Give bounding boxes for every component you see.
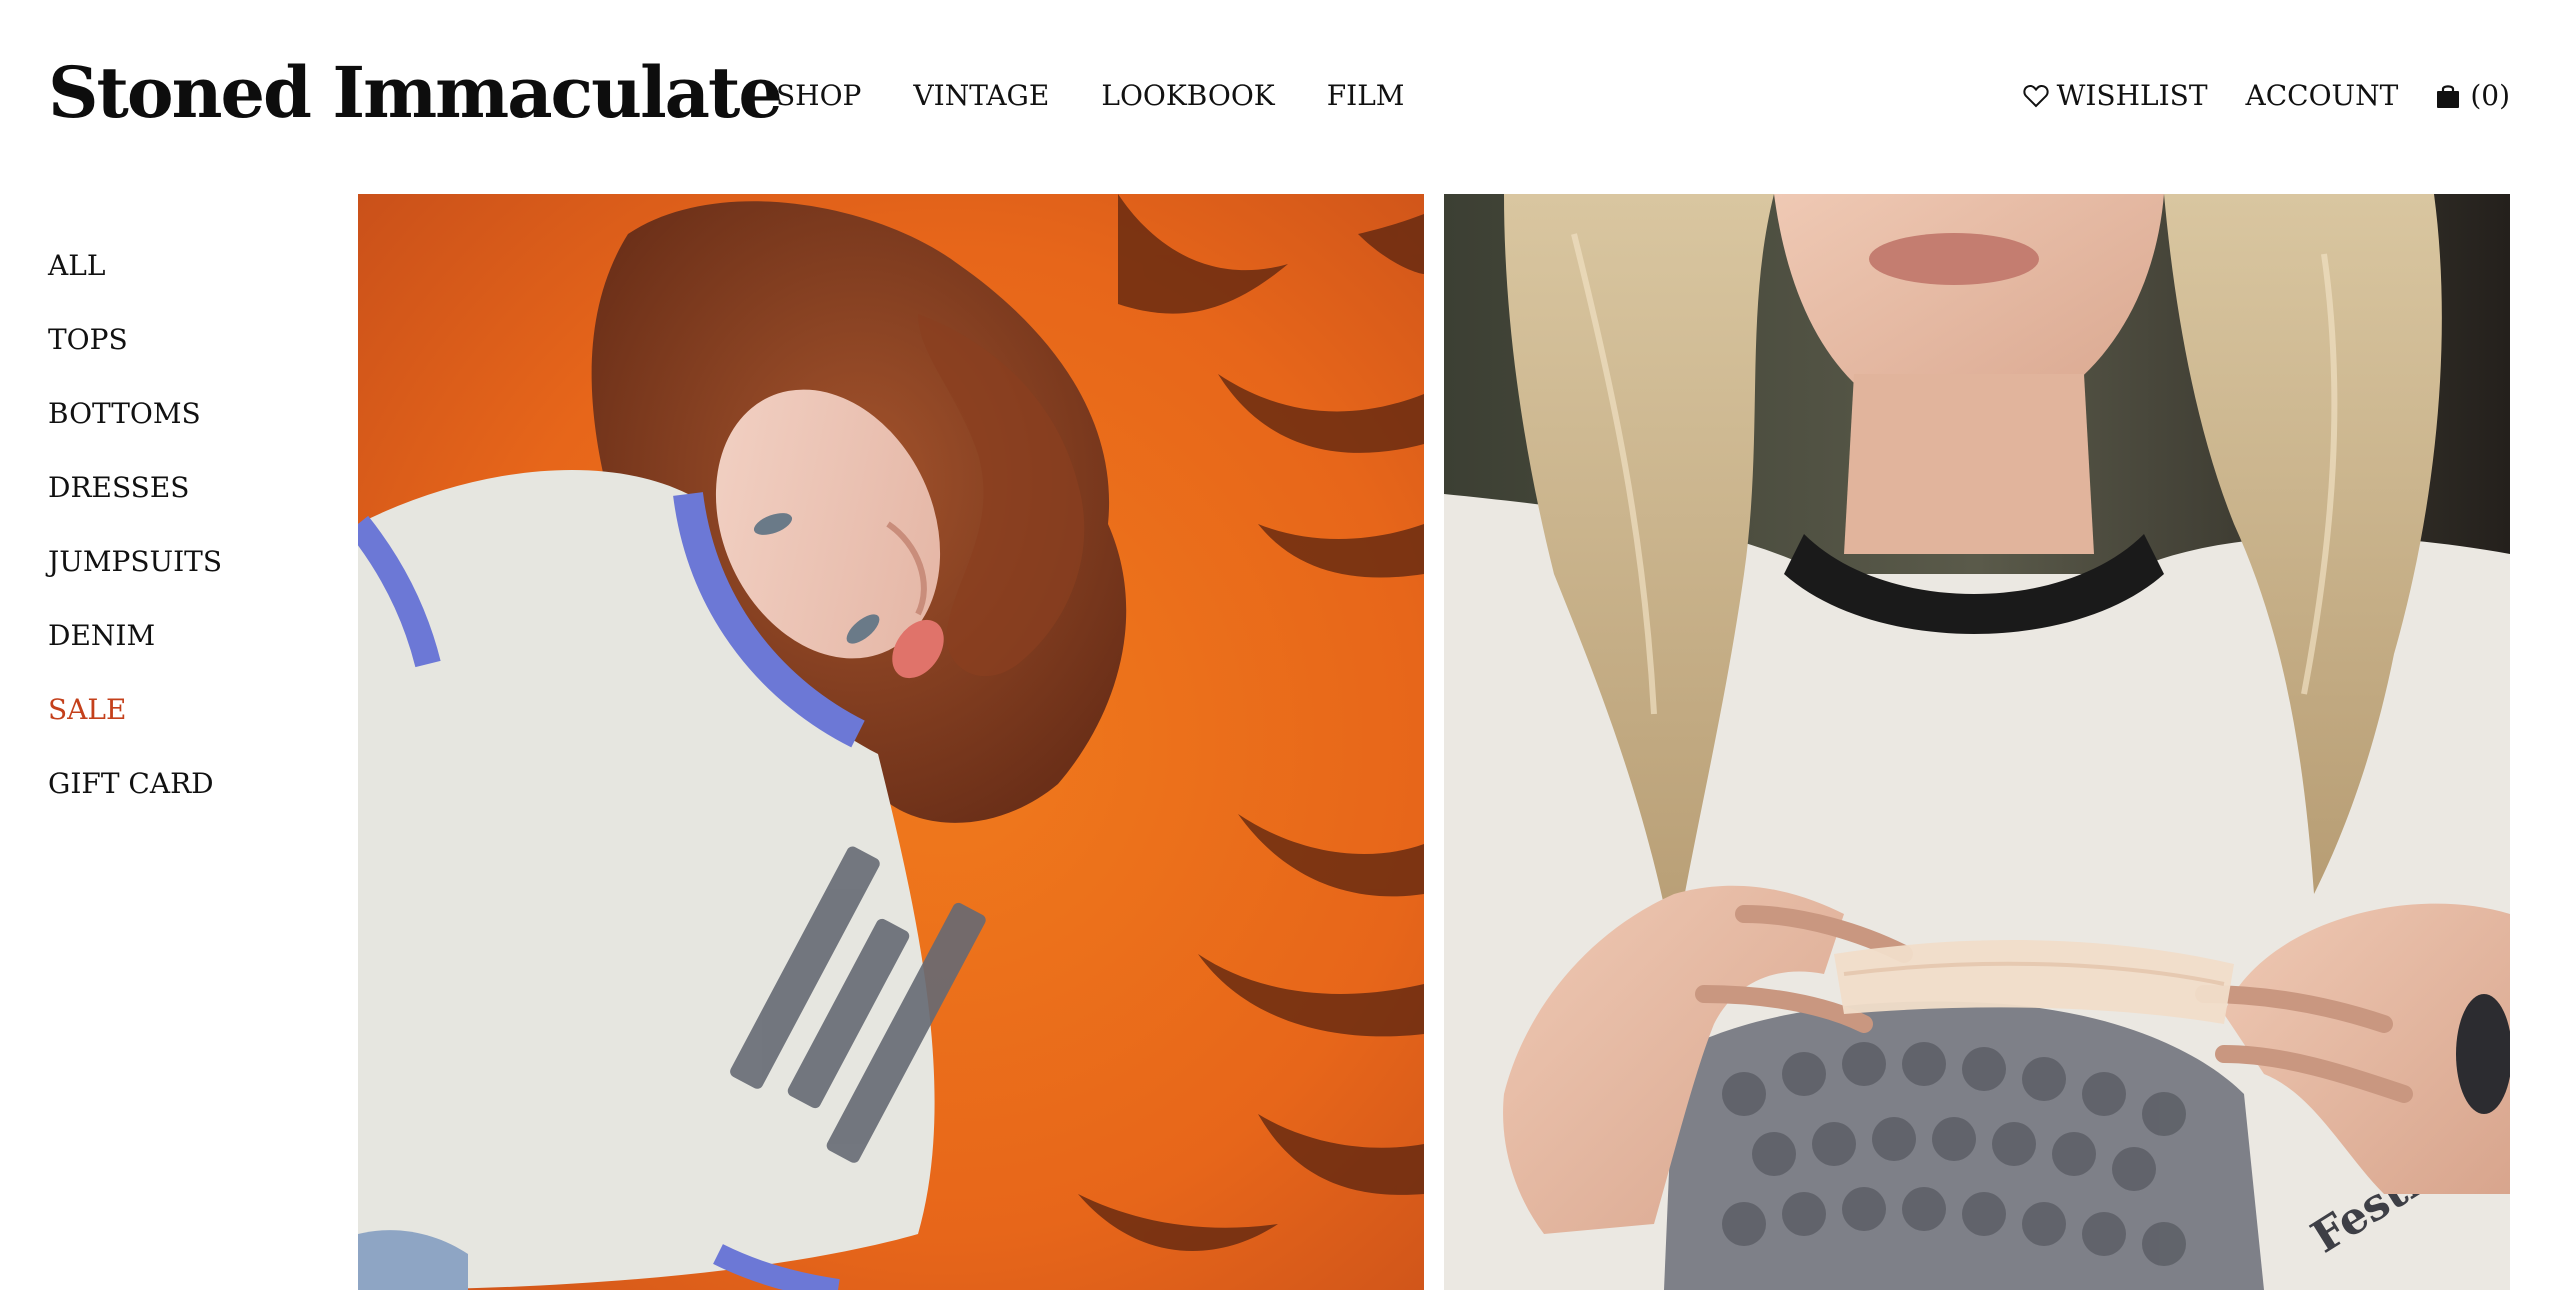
cart-count: (0) bbox=[2470, 79, 2510, 112]
wishlist-label: WISHLIST bbox=[2056, 79, 2208, 112]
nav-lookbook-link[interactable]: LOOKBOOK bbox=[1101, 76, 1274, 116]
nav-shop-link[interactable]: SHOP bbox=[776, 76, 861, 116]
nav-film-link[interactable]: FILM bbox=[1327, 76, 1405, 116]
category-all-link[interactable]: ALL bbox=[48, 246, 308, 320]
cart-link[interactable]: (0) bbox=[2436, 76, 2510, 116]
hero-image-left[interactable] bbox=[358, 194, 1424, 1290]
category-sale-link[interactable]: SALE bbox=[48, 690, 308, 764]
hero-image-right[interactable]: Festival bbox=[1444, 194, 2510, 1290]
account-link[interactable]: ACCOUNT bbox=[2246, 76, 2399, 116]
heart-outline-icon bbox=[2022, 84, 2049, 108]
site-logo[interactable]: Stoned Immaculate bbox=[48, 48, 783, 138]
shopping-bag-icon bbox=[2436, 83, 2460, 109]
category-bottoms-link[interactable]: BOTTOMS bbox=[48, 394, 308, 468]
category-denim-link[interactable]: DENIM bbox=[48, 616, 308, 690]
hero-gallery: Festival bbox=[358, 194, 2510, 1290]
category-gift-card-link[interactable]: GIFT CARD bbox=[48, 764, 308, 838]
category-sidebar: ALL TOPS BOTTOMS DRESSES JUMPSUITS DENIM… bbox=[48, 246, 308, 838]
nav-vintage-link[interactable]: VINTAGE bbox=[913, 76, 1049, 116]
wishlist-link[interactable]: WISHLIST bbox=[2022, 76, 2208, 116]
category-dresses-link[interactable]: DRESSES bbox=[48, 468, 308, 542]
utility-navigation: WISHLIST ACCOUNT (0) bbox=[1985, 76, 2510, 116]
account-label: ACCOUNT bbox=[2245, 79, 2399, 112]
main-navigation: SHOP VINTAGE LOOKBOOK FILM bbox=[776, 76, 1456, 116]
category-jumpsuits-link[interactable]: JUMPSUITS bbox=[48, 542, 308, 616]
category-tops-link[interactable]: TOPS bbox=[48, 320, 308, 394]
site-header: Stoned Immaculate SHOP VINTAGE LOOKBOOK … bbox=[0, 0, 2560, 194]
